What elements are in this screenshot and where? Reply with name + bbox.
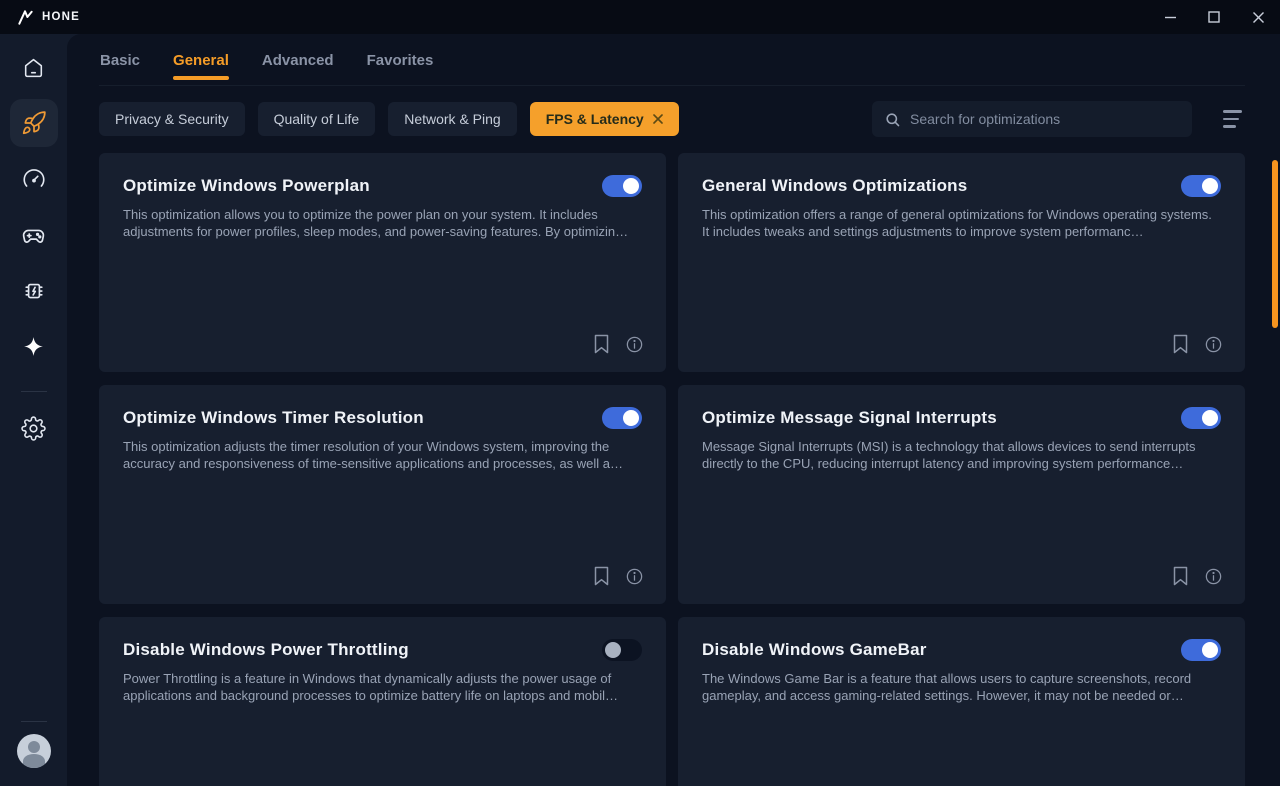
card-title: Optimize Windows Timer Resolution (123, 408, 424, 428)
home-icon (21, 55, 46, 80)
optimization-card-general-windows[interactable]: General Windows Optimizations This optim… (678, 153, 1245, 372)
tab-basic[interactable]: Basic (100, 52, 140, 85)
bookmark-icon[interactable] (1172, 566, 1189, 586)
window-controls (1148, 0, 1280, 34)
filter-row: Privacy & Security Quality of Life Netwo… (99, 101, 1245, 137)
vertical-scrollbar-thumb[interactable] (1272, 160, 1278, 328)
tab-general[interactable]: General (173, 52, 229, 85)
app-name: HONE (42, 11, 80, 23)
filter-chip-quality-of-life[interactable]: Quality of Life (258, 102, 376, 136)
app-logo: HONE (0, 8, 80, 27)
card-description: Message Signal Interrupts (MSI) is a tec… (702, 439, 1221, 472)
toggle-timer-resolution[interactable] (602, 407, 642, 429)
content-area: Basic General Advanced Favorites Privacy… (67, 34, 1280, 786)
info-icon[interactable] (625, 334, 644, 354)
user-avatar[interactable] (17, 734, 51, 768)
sidebar-item-games[interactable] (10, 211, 58, 259)
gear-icon (21, 416, 46, 441)
close-button[interactable] (1236, 0, 1280, 34)
search-input[interactable] (910, 111, 1180, 127)
sidebar-item-hardware[interactable] (10, 267, 58, 315)
filter-chip-network-ping[interactable]: Network & Ping (388, 102, 516, 136)
tab-bar: Basic General Advanced Favorites (99, 52, 1245, 86)
sidebar-item-settings[interactable] (10, 404, 58, 452)
hone-logo-icon (16, 8, 35, 27)
sidebar-item-performance[interactable] (10, 155, 58, 203)
sidebar-item-home[interactable] (10, 43, 58, 91)
search-icon (884, 111, 901, 128)
card-title: General Windows Optimizations (702, 176, 967, 196)
gamepad-icon (20, 222, 47, 249)
sidebar-item-premium[interactable] (10, 323, 58, 371)
toggle-msi[interactable] (1181, 407, 1221, 429)
optimization-card-msi[interactable]: Optimize Message Signal Interrupts Messa… (678, 385, 1245, 604)
card-description: This optimization offers a range of gene… (702, 207, 1221, 240)
bookmark-icon[interactable] (593, 334, 610, 354)
card-description: This optimization adjusts the timer reso… (123, 439, 642, 472)
card-title: Disable Windows GameBar (702, 640, 927, 660)
sidebar-divider (21, 391, 47, 392)
info-icon[interactable] (1204, 566, 1223, 586)
toggle-power-throttling[interactable] (602, 639, 642, 661)
main-layout: Basic General Advanced Favorites Privacy… (0, 34, 1280, 786)
sidebar-item-optimizations[interactable] (10, 99, 58, 147)
search-box (872, 101, 1192, 137)
card-description: This optimization allows you to optimize… (123, 207, 642, 240)
bookmark-icon[interactable] (1172, 334, 1189, 354)
remove-filter-icon[interactable] (653, 114, 663, 124)
sidebar (0, 34, 67, 786)
filter-chip-fps-latency[interactable]: FPS & Latency (530, 102, 679, 136)
toggle-gamebar[interactable] (1181, 639, 1221, 661)
card-title: Disable Windows Power Throttling (123, 640, 409, 660)
optimization-card-power-throttling[interactable]: Disable Windows Power Throttling Power T… (99, 617, 666, 786)
tab-advanced[interactable]: Advanced (262, 52, 334, 85)
bookmark-icon[interactable] (593, 566, 610, 586)
rocket-icon (21, 110, 47, 136)
toggle-powerplan[interactable] (602, 175, 642, 197)
toggle-general-windows[interactable] (1181, 175, 1221, 197)
titlebar: HONE (0, 0, 1280, 34)
card-title: Optimize Message Signal Interrupts (702, 408, 997, 428)
optimization-card-powerplan[interactable]: Optimize Windows Powerplan This optimiza… (99, 153, 666, 372)
optimization-card-timer-resolution[interactable]: Optimize Windows Timer Resolution This o… (99, 385, 666, 604)
sparkle-icon (21, 335, 46, 360)
info-icon[interactable] (1204, 334, 1223, 354)
card-title: Optimize Windows Powerplan (123, 176, 370, 196)
chip-bolt-icon (21, 278, 47, 304)
card-description: Power Throttling is a feature in Windows… (123, 671, 642, 704)
gauge-icon (21, 166, 47, 192)
maximize-button[interactable] (1192, 0, 1236, 34)
optimization-grid: Optimize Windows Powerplan This optimiza… (99, 153, 1245, 786)
sort-filter-icon[interactable] (1223, 110, 1245, 128)
card-description: The Windows Game Bar is a feature that a… (702, 671, 1221, 704)
minimize-button[interactable] (1148, 0, 1192, 34)
tab-favorites[interactable]: Favorites (367, 52, 434, 85)
filter-chip-privacy-security[interactable]: Privacy & Security (99, 102, 245, 136)
sidebar-divider-bottom (21, 721, 47, 722)
info-icon[interactable] (625, 566, 644, 586)
optimization-card-gamebar[interactable]: Disable Windows GameBar The Windows Game… (678, 617, 1245, 786)
